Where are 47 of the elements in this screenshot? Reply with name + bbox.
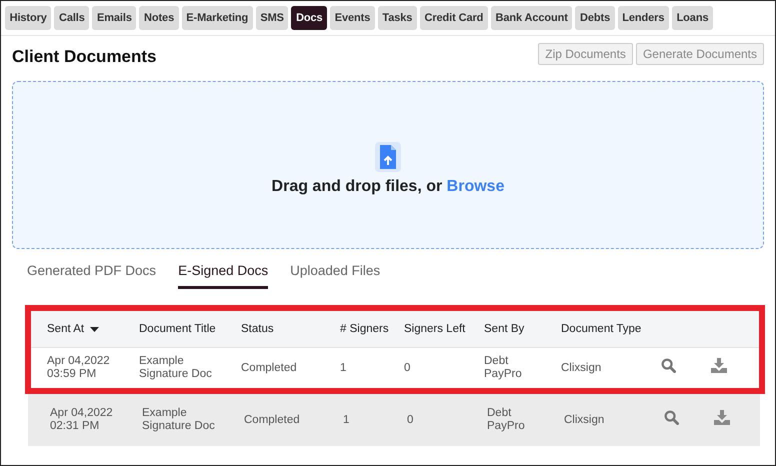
- column-header[interactable]: Signers Left: [404, 323, 466, 335]
- file-upload-icon: [375, 142, 401, 172]
- table-cell-text: Example Signature Doc: [139, 355, 213, 381]
- download-icon[interactable]: [711, 358, 727, 373]
- table-cell-text: Clixsign: [561, 362, 602, 374]
- table-cell-text: Example Signature Doc: [142, 407, 216, 433]
- column-header[interactable]: Sent By: [484, 323, 524, 335]
- dropzone-text: Drag and drop files, or Browse: [272, 178, 504, 196]
- nav-tab[interactable]: Credit Card: [420, 6, 488, 30]
- table-cell-text: 1: [340, 362, 348, 374]
- column-header[interactable]: Document Type: [561, 323, 642, 335]
- nav-tab[interactable]: Calls: [54, 6, 90, 30]
- nav-tab[interactable]: Loans: [672, 6, 714, 30]
- nav-tab[interactable]: Lenders: [618, 6, 669, 30]
- section-title: Client Documents: [12, 47, 157, 67]
- column-header[interactable]: Document Title: [139, 323, 216, 335]
- column-header[interactable]: Status: [241, 323, 274, 335]
- table-cell-text: 0: [404, 362, 412, 374]
- table-cell-text: Apr 04,2022 02:31 PM: [50, 407, 114, 433]
- table-cell-text: Debt PayPro: [484, 355, 523, 381]
- table-cell-text: Debt PayPro: [487, 407, 526, 433]
- nav-tab[interactable]: History: [5, 6, 52, 30]
- column-header[interactable]: Sent At: [47, 323, 100, 335]
- nav-tab[interactable]: Events: [330, 6, 375, 30]
- table-cell-text: Completed: [241, 362, 298, 374]
- table-cell-text: Clixsign: [564, 414, 606, 426]
- nav-tab[interactable]: Notes: [139, 6, 179, 30]
- table-cell-text: 1: [343, 414, 350, 426]
- nav-tab[interactable]: Debts: [575, 6, 615, 30]
- nav-tab[interactable]: Bank Account: [490, 6, 572, 30]
- nav-tab[interactable]: Docs: [291, 6, 328, 30]
- search-icon[interactable]: [664, 410, 679, 425]
- doc-tab[interactable]: Generated PDF Docs: [27, 263, 156, 289]
- table-cell-text: Completed: [244, 414, 301, 426]
- doc-tab[interactable]: Uploaded Files: [290, 263, 380, 289]
- nav-tab[interactable]: Tasks: [378, 6, 417, 30]
- table-cell-text: Apr 04,2022 03:59 PM: [47, 355, 111, 381]
- doc-tab[interactable]: E-Signed Docs: [178, 263, 268, 289]
- table-cell-text: 0: [407, 414, 414, 426]
- column-header[interactable]: # Signers: [340, 323, 389, 335]
- nav-tab[interactable]: SMS: [256, 6, 288, 30]
- nav-tab[interactable]: E-Marketing: [182, 6, 253, 30]
- download-icon[interactable]: [714, 410, 730, 425]
- nav-tab[interactable]: Emails: [92, 6, 136, 30]
- dropzone[interactable]: Drag and drop files, or Browse: [12, 81, 764, 249]
- search-icon[interactable]: [661, 358, 676, 373]
- sort-caret-icon[interactable]: [90, 326, 100, 332]
